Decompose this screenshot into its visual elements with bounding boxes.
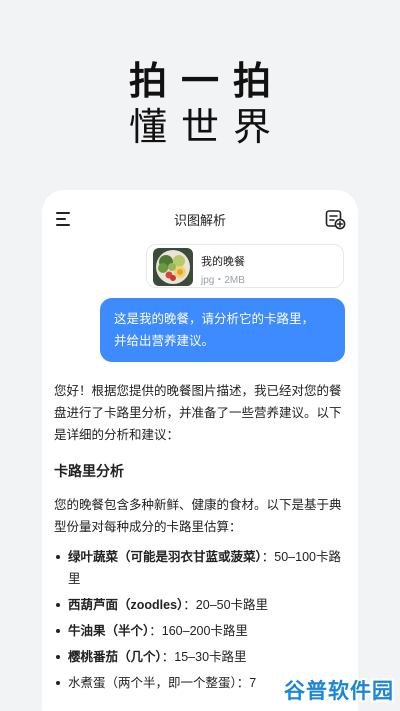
answer-heading: 卡路里分析 xyxy=(54,463,124,479)
list-item: 绿叶蔬菜（可能是羽衣甘蓝或菠菜）：50–100卡路里 xyxy=(54,546,350,590)
calorie-value: ：15–30卡路里 xyxy=(161,650,247,664)
top-bar: 识图解析 xyxy=(42,190,358,246)
food-name: 樱桃番茄（几个） xyxy=(68,650,162,664)
food-name: 绿叶蔬菜（可能是羽衣甘蓝或菠菜） xyxy=(68,550,262,564)
food-name: 牛油果（半个） xyxy=(68,624,150,638)
watermark-logo: 谷普软件园 xyxy=(270,673,394,707)
page-title: 识图解析 xyxy=(173,213,226,228)
calorie-value: ：160–200卡路里 xyxy=(149,624,248,638)
calorie-value: ：20–50卡路里 xyxy=(183,598,269,612)
user-message-bubble: 这是我的晚餐，请分析它的卡路里， 并给出营养建议。 xyxy=(100,298,345,362)
user-message-line-1: 这是我的晚餐，请分析它的卡路里， xyxy=(114,312,315,326)
calorie-list: 绿叶蔬菜（可能是羽衣甘蓝或菠菜）：50–100卡路里 西葫芦面（zoodles）… xyxy=(54,546,350,694)
assistant-answer: 您好！根据您提供的晚餐图片描述，我已经对您的餐盘进行了卡路里分析，并准备了一些营… xyxy=(54,380,350,698)
answer-paragraph: 您的晚餐包含多种新鲜、健康的食材。以下是基于典型份量对每种成分的卡路里估算： xyxy=(54,498,342,534)
list-item: 西葫芦面（zoodles）：20–50卡路里 xyxy=(54,594,350,616)
new-chat-icon[interactable] xyxy=(324,208,346,230)
attachment-meta: jpg・2MB xyxy=(201,275,245,286)
dinner-photo-thumbnail[interactable] xyxy=(153,248,193,286)
attachment-card[interactable]: 我的晚餐 jpg・2MB xyxy=(146,244,344,288)
user-message-line-2: 并给出营养建议。 xyxy=(114,334,215,348)
list-item: 牛油果（半个）：160–200卡路里 xyxy=(54,620,350,642)
phone-screen: 识图解析 我的晚餐 jpg・2MB 这是我的晚餐，请分析它的卡路里， 并给出营养… xyxy=(42,190,358,711)
calorie-value: 水煮蛋（两个半，即一个整蛋）：7 xyxy=(68,676,257,690)
answer-intro: 您好！根据您提供的晚餐图片描述，我已经对您的餐盘进行了卡路里分析，并准备了一些营… xyxy=(54,384,342,442)
hero-subtitle: 懂世界 xyxy=(128,107,285,149)
food-name: 西葫芦面（zoodles） xyxy=(68,598,184,612)
attachment-name: 我的晚餐 xyxy=(201,256,245,268)
watermark-text: 谷普软件园 xyxy=(284,680,394,703)
list-item: 樱桃番茄（几个）：15–30卡路里 xyxy=(54,646,350,668)
